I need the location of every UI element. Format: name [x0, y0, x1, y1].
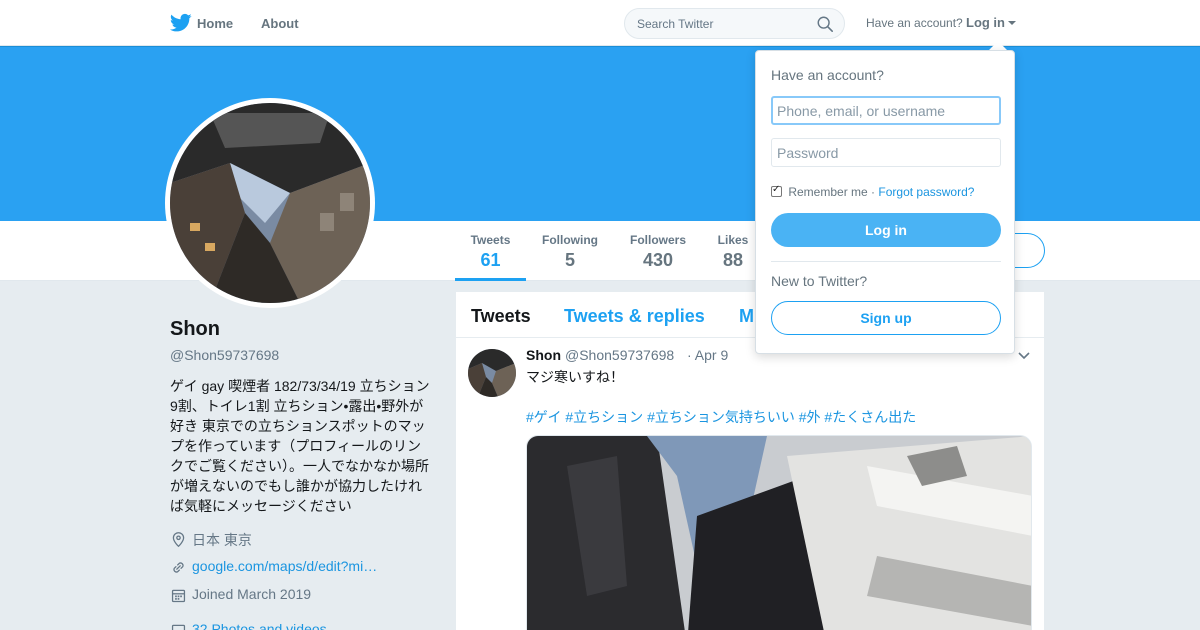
- tweet-hashtags[interactable]: #ゲイ #立ちション #立ちション気持ちいい #外 #たくさん出た: [526, 407, 916, 427]
- signup-button[interactable]: Sign up: [771, 301, 1001, 335]
- new-to-twitter-text: New to Twitter?: [771, 273, 868, 289]
- nav-home-link[interactable]: Home: [197, 16, 233, 31]
- profile-bio: ゲイ gay 喫煙者 182/73/34/19 立ちション9割、トイレ1割 立ち…: [170, 378, 430, 514]
- nav-about-link[interactable]: About: [261, 16, 299, 31]
- photo-icon: [171, 624, 186, 630]
- active-tab-indicator: [455, 278, 526, 281]
- username-field[interactable]: Phone, email, or username: [771, 96, 1001, 125]
- stat-label: Following: [542, 233, 598, 247]
- password-field[interactable]: Password: [771, 138, 1001, 167]
- tweet-avatar[interactable]: [468, 349, 516, 397]
- stat-value: 430: [642, 250, 674, 270]
- location-pin-icon: [172, 532, 185, 548]
- tweet-author-name[interactable]: Shon: [526, 347, 561, 363]
- stat-value: 61: [480, 250, 501, 270]
- url-text[interactable]: google.com/maps/d/edit?mi…: [192, 558, 377, 574]
- tab-tweets-replies[interactable]: Tweets & replies: [564, 306, 705, 327]
- remember-me-checkbox[interactable]: [771, 184, 782, 197]
- stat-tweets[interactable]: Tweets 61: [470, 233, 511, 271]
- separator-dot: ·: [871, 185, 876, 199]
- tweet-text: マジ寒いすね！: [526, 369, 624, 385]
- remember-me-row: Remember me · Forgot password?: [771, 184, 974, 199]
- stat-label: Tweets: [470, 233, 511, 247]
- profile-handle[interactable]: @Shon59737698: [170, 347, 279, 363]
- dropdown-arrow: [989, 41, 1007, 50]
- chevron-down-icon[interactable]: [1008, 21, 1016, 25]
- stat-following[interactable]: Following 5: [541, 233, 599, 271]
- profile-name[interactable]: Shon: [170, 318, 220, 341]
- forgot-password-link[interactable]: Forgot password?: [878, 185, 974, 199]
- have-account-text: Have an account?: [866, 16, 963, 30]
- stat-value: 5: [564, 250, 575, 270]
- stat-likes[interactable]: Likes 88: [716, 233, 750, 271]
- login-dropdown: Have an account? Phone, email, or userna…: [755, 50, 1015, 354]
- twitter-bird-icon[interactable]: [170, 13, 192, 33]
- tab-media[interactable]: M: [739, 306, 754, 327]
- stat-label: Likes: [717, 233, 749, 247]
- stat-followers[interactable]: Followers 430: [629, 233, 687, 271]
- avatar-image: [170, 103, 370, 303]
- top-navigation-bar: Home About Search Twitter Have an accoun…: [0, 0, 1200, 46]
- divider: [771, 261, 1001, 262]
- dropdown-title: Have an account?: [771, 67, 884, 83]
- profile-avatar[interactable]: [165, 98, 375, 308]
- stat-label: Followers: [629, 233, 686, 247]
- photos-text[interactable]: 32 Photos and videos: [192, 621, 327, 630]
- search-input[interactable]: Search Twitter: [637, 17, 713, 31]
- remember-me-label[interactable]: Remember me: [788, 185, 867, 199]
- login-dropdown-toggle[interactable]: Log in: [966, 15, 1005, 30]
- tweet-date[interactable]: · Apr 9: [687, 347, 728, 363]
- joined-text: Joined March 2019: [192, 586, 312, 602]
- tweet-media-image[interactable]: [526, 435, 1032, 630]
- search-box[interactable]: Search Twitter: [624, 8, 845, 39]
- link-icon: [173, 562, 184, 573]
- stat-value: 88: [722, 250, 744, 270]
- calendar-icon: [171, 589, 186, 603]
- tweet-author-handle[interactable]: @Shon59737698: [565, 347, 674, 363]
- location-text: 日本 東京: [192, 532, 252, 548]
- login-button[interactable]: Log in: [771, 213, 1001, 247]
- tab-tweets[interactable]: Tweets: [471, 306, 531, 327]
- chevron-down-icon[interactable]: [1018, 352, 1030, 360]
- search-icon[interactable]: [816, 15, 834, 33]
